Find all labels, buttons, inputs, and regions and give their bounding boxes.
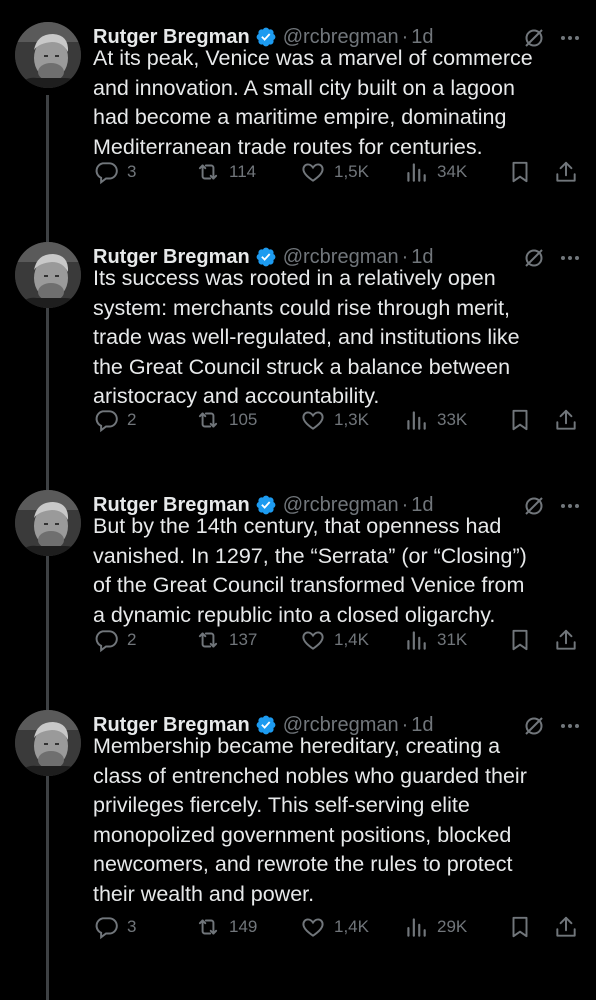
like-icon (300, 159, 326, 185)
views-button[interactable]: 33K (403, 406, 467, 434)
views-button[interactable]: 29K (403, 913, 467, 941)
tweet-text: But by the 14th century, that openness h… (93, 514, 527, 627)
like-icon (300, 407, 326, 433)
avatar[interactable] (15, 242, 81, 308)
bookmark-button[interactable] (507, 406, 533, 434)
like-button[interactable]: 1,4K (300, 626, 369, 654)
like-button[interactable]: 1,5K (300, 158, 369, 186)
retweet-button[interactable]: 105 (195, 406, 257, 434)
share-icon (553, 407, 579, 433)
views-count: 33K (437, 410, 468, 429)
retweet-count: 105 (229, 410, 258, 429)
retweet-icon (195, 914, 221, 940)
action-bar: 3 114 1,5K 34K (93, 158, 583, 186)
retweet-icon (195, 627, 221, 653)
views-count: 34K (437, 162, 468, 181)
retweet-button[interactable]: 137 (195, 626, 257, 654)
reply-icon (93, 159, 119, 185)
share-button[interactable] (553, 626, 579, 654)
action-bar: 3 149 1,4K 29K (93, 913, 583, 941)
share-icon (553, 627, 579, 653)
bookmark-icon (507, 407, 533, 433)
like-count: 1,3K (334, 410, 369, 429)
reply-count: 2 (127, 410, 137, 429)
like-icon (300, 627, 326, 653)
bookmark-button[interactable] (507, 626, 533, 654)
reply-button[interactable]: 2 (93, 626, 136, 654)
bookmark-button[interactable] (507, 913, 533, 941)
retweet-icon (195, 407, 221, 433)
action-bar: 2 137 1,4K 31K (93, 626, 583, 654)
reply-count: 2 (127, 630, 137, 649)
reply-count: 3 (127, 162, 137, 181)
bookmark-icon (507, 914, 533, 940)
share-icon (553, 159, 579, 185)
views-icon (403, 627, 429, 653)
reply-icon (93, 407, 119, 433)
like-count: 1,4K (334, 917, 369, 936)
retweet-count: 114 (229, 162, 257, 181)
views-icon (403, 914, 429, 940)
avatar[interactable] (15, 22, 81, 88)
views-icon (403, 159, 429, 185)
retweet-button[interactable]: 149 (195, 913, 257, 941)
views-count: 31K (437, 630, 468, 649)
bookmark-button[interactable] (507, 158, 533, 186)
reply-icon (93, 627, 119, 653)
share-button[interactable] (553, 158, 579, 186)
bookmark-icon (507, 159, 533, 185)
tweet-text: At its peak, Venice was a marvel of comm… (93, 46, 533, 159)
tweet-text: Membership became hereditary, creating a… (93, 734, 527, 906)
bookmark-icon (507, 627, 533, 653)
action-bar: 2 105 1,3K 33K (93, 406, 583, 434)
retweet-icon (195, 159, 221, 185)
avatar[interactable] (15, 490, 81, 556)
retweet-count: 137 (229, 630, 258, 649)
share-button[interactable] (553, 913, 579, 941)
views-button[interactable]: 31K (403, 626, 467, 654)
retweet-button[interactable]: 114 (195, 158, 256, 186)
reply-button[interactable]: 3 (93, 913, 136, 941)
retweet-count: 149 (229, 917, 258, 936)
reply-icon (93, 914, 119, 940)
like-count: 1,4K (334, 630, 369, 649)
reply-count: 3 (127, 917, 137, 936)
tweet-text: Its success was rooted in a relatively o… (93, 266, 520, 408)
views-count: 29K (437, 917, 468, 936)
share-button[interactable] (553, 406, 579, 434)
like-button[interactable]: 1,3K (300, 406, 369, 434)
like-count: 1,5K (334, 162, 369, 181)
views-button[interactable]: 34K (403, 158, 467, 186)
like-button[interactable]: 1,4K (300, 913, 369, 941)
like-icon (300, 914, 326, 940)
reply-button[interactable]: 3 (93, 158, 136, 186)
avatar[interactable] (15, 710, 81, 776)
reply-button[interactable]: 2 (93, 406, 136, 434)
share-icon (553, 914, 579, 940)
views-icon (403, 407, 429, 433)
